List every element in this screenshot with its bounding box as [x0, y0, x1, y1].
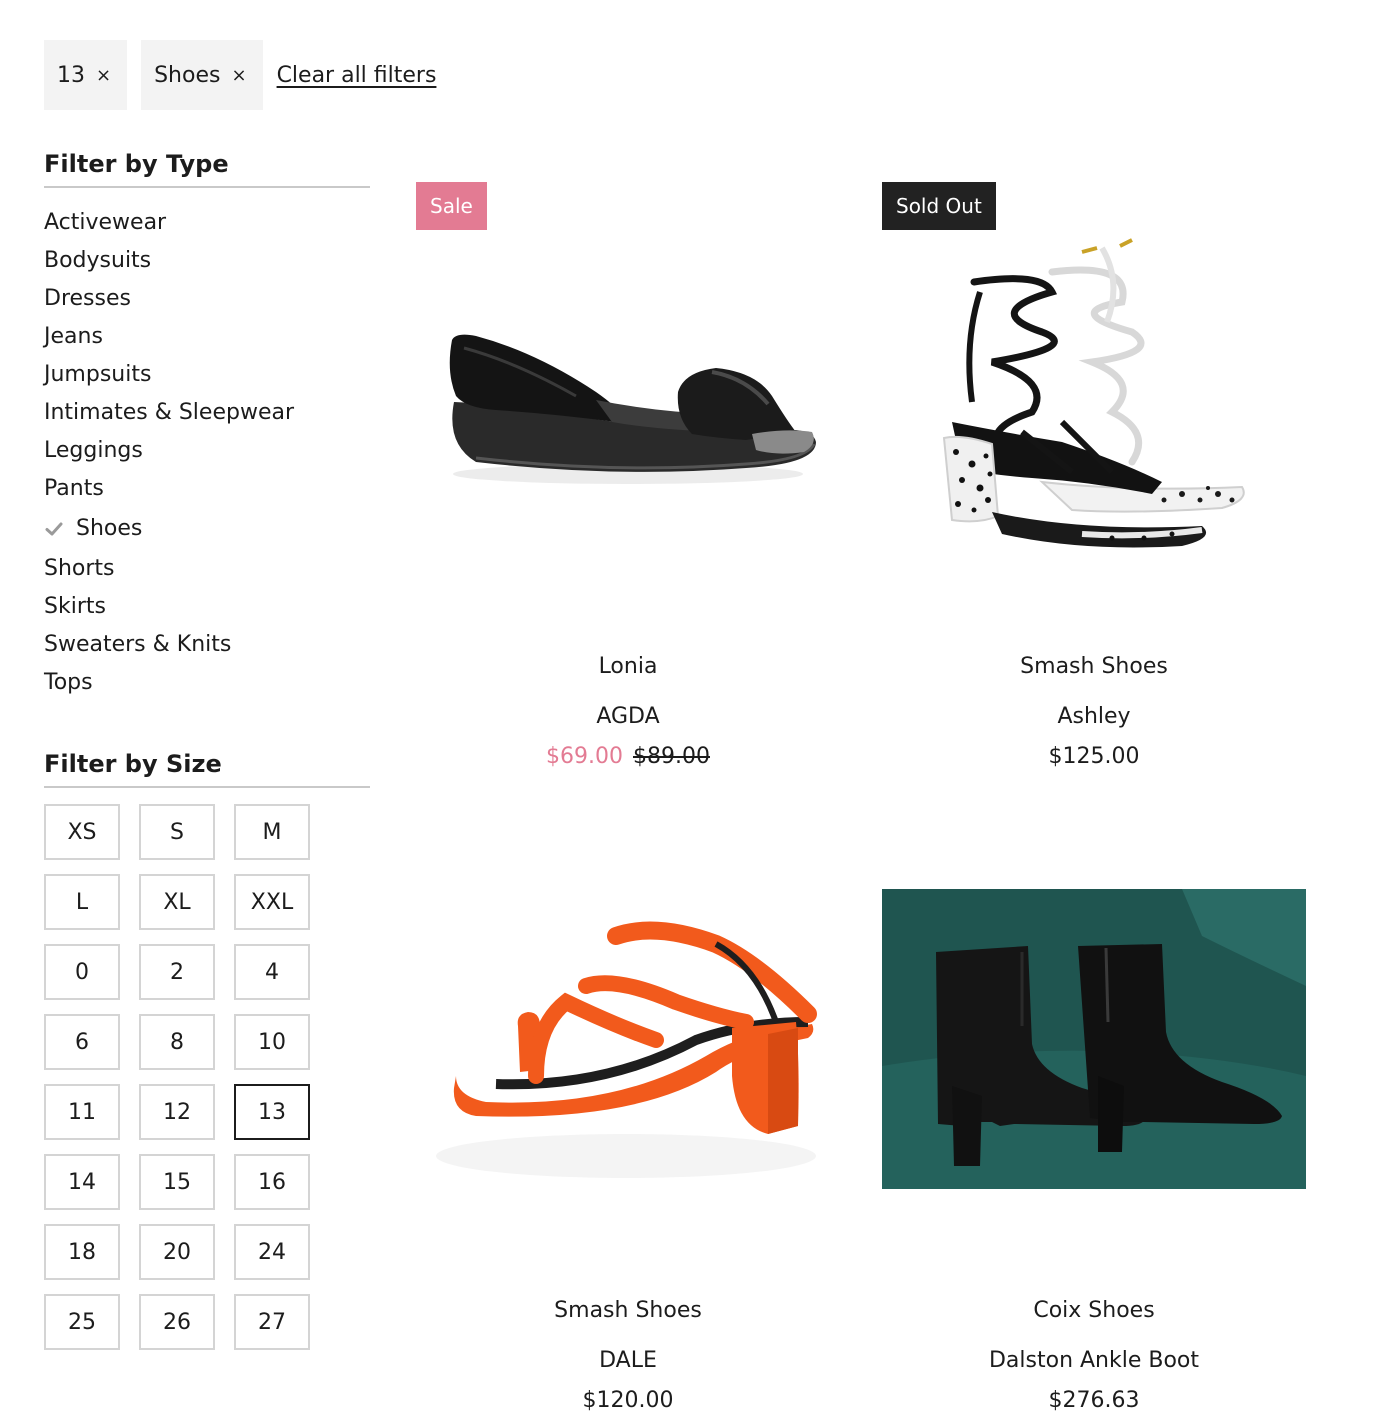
type-filter-pants[interactable]: Pants — [44, 470, 370, 508]
active-filters: 13 × Shoes × Clear all filters — [44, 40, 436, 110]
product-vendor[interactable]: Smash Shoes — [882, 652, 1306, 682]
size-option[interactable]: 15 — [139, 1154, 215, 1210]
size-option[interactable]: 20 — [139, 1224, 215, 1280]
product-card[interactable]: Sale Lonia AGDA $69.00 $89.00 — [416, 182, 840, 772]
type-filter-jumpsuits[interactable]: Jumpsuits — [44, 356, 370, 394]
product-card[interactable]: Smash Shoes DALE $120.00 — [416, 826, 840, 1416]
sold-out-badge: Sold Out — [882, 182, 996, 230]
product-price: $69.00 $89.00 — [416, 742, 840, 772]
compare-price: $89.00 — [633, 744, 710, 769]
black-flat-sandal-image — [449, 334, 816, 484]
chip-label: Shoes — [154, 62, 221, 88]
size-option[interactable]: 11 — [44, 1084, 120, 1140]
product-image[interactable]: Sold Out — [882, 182, 1306, 606]
type-filter-intimates-sleepwear[interactable]: Intimates & Sleepwear — [44, 394, 370, 432]
product-price: $276.63 — [882, 1386, 1306, 1416]
size-option[interactable]: 24 — [234, 1224, 310, 1280]
size-option[interactable]: XXL — [234, 874, 310, 930]
size-option[interactable]: 8 — [139, 1014, 215, 1070]
product-image[interactable] — [882, 826, 1306, 1250]
product-image[interactable]: Sale — [416, 182, 840, 606]
product-vendor[interactable]: Coix Shoes — [882, 1296, 1306, 1326]
size-option[interactable]: 12 — [139, 1084, 215, 1140]
product-vendor[interactable]: Smash Shoes — [416, 1296, 840, 1326]
type-filter-activewear[interactable]: Activewear — [44, 204, 370, 242]
active-filter-shoes[interactable]: Shoes × — [141, 40, 263, 110]
product-card[interactable]: Coix Shoes Dalston Ankle Boot $276.63 — [882, 826, 1306, 1416]
type-filter-list: Activewear Bodysuits Dresses Jeans Jumps… — [44, 204, 370, 702]
product-title[interactable]: AGDA — [416, 702, 840, 732]
size-option[interactable]: XS — [44, 804, 120, 860]
type-filter-shoes[interactable]: Shoes — [44, 508, 370, 550]
product-card[interactable]: Sold Out Smash Shoes Ashley $125.00 — [882, 182, 1306, 772]
size-option[interactable]: M — [234, 804, 310, 860]
size-option[interactable]: 18 — [44, 1224, 120, 1280]
product-title[interactable]: Dalston Ankle Boot — [882, 1346, 1306, 1376]
size-option[interactable]: L — [44, 874, 120, 930]
orange-strap-heel-image — [436, 921, 817, 1178]
black-ankle-boots-image — [882, 889, 1306, 1189]
close-icon[interactable]: × — [231, 65, 246, 86]
size-option[interactable]: 16 — [234, 1154, 310, 1210]
type-filter-skirts[interactable]: Skirts — [44, 588, 370, 626]
product-price: $125.00 — [882, 742, 1306, 772]
type-filter-label: Shoes — [76, 516, 143, 541]
type-filter-jeans[interactable]: Jeans — [44, 318, 370, 356]
regular-price: $120.00 — [582, 1388, 674, 1413]
size-option[interactable]: 27 — [234, 1294, 310, 1350]
product-title[interactable]: DALE — [416, 1346, 840, 1376]
product-vendor[interactable]: Lonia — [416, 652, 840, 682]
size-option[interactable]: 6 — [44, 1014, 120, 1070]
size-option[interactable]: 4 — [234, 944, 310, 1000]
type-filter-leggings[interactable]: Leggings — [44, 432, 370, 470]
regular-price: $276.63 — [1048, 1388, 1140, 1413]
active-filter-size-13[interactable]: 13 × — [44, 40, 128, 110]
clear-all-filters-link[interactable]: Clear all filters — [277, 63, 437, 88]
size-option[interactable]: 10 — [234, 1014, 310, 1070]
type-filter-sweaters-knits[interactable]: Sweaters & Knits — [44, 626, 370, 664]
close-icon[interactable]: × — [96, 65, 111, 86]
size-option-selected[interactable]: 13 — [234, 1084, 310, 1140]
sale-price: $69.00 — [546, 744, 623, 769]
filter-sidebar: Filter by Type Activewear Bodysuits Dres… — [44, 150, 370, 1350]
size-option[interactable]: XL — [139, 874, 215, 930]
filter-by-size-heading: Filter by Size — [44, 750, 370, 788]
type-filter-dresses[interactable]: Dresses — [44, 280, 370, 318]
type-filter-bodysuits[interactable]: Bodysuits — [44, 242, 370, 280]
product-price: $120.00 — [416, 1386, 840, 1416]
size-option[interactable]: 2 — [139, 944, 215, 1000]
regular-price: $125.00 — [1048, 744, 1140, 769]
check-icon — [45, 522, 63, 536]
chip-label: 13 — [57, 62, 85, 88]
lace-up-heels-image — [942, 238, 1245, 548]
type-filter-tops[interactable]: Tops — [44, 664, 370, 702]
size-filter-grid: XS S M L XL XXL 0 2 4 6 8 10 11 12 13 14… — [44, 804, 370, 1350]
size-option[interactable]: 26 — [139, 1294, 215, 1350]
sale-badge: Sale — [416, 182, 487, 230]
product-title[interactable]: Ashley — [882, 702, 1306, 732]
filter-by-type-heading: Filter by Type — [44, 150, 370, 188]
type-filter-shorts[interactable]: Shorts — [44, 550, 370, 588]
size-option[interactable]: S — [139, 804, 215, 860]
size-option[interactable]: 14 — [44, 1154, 120, 1210]
size-option[interactable]: 25 — [44, 1294, 120, 1350]
product-image[interactable] — [416, 826, 840, 1250]
size-option[interactable]: 0 — [44, 944, 120, 1000]
